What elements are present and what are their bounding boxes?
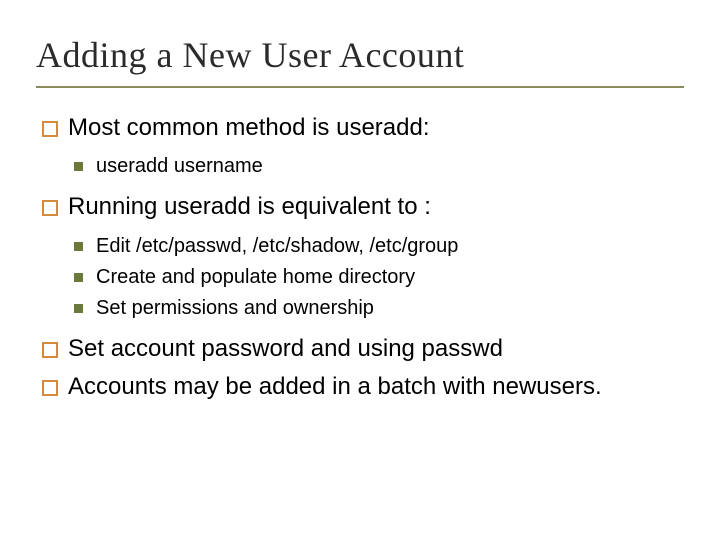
list-item: Set account password and using passwd xyxy=(38,333,684,365)
list-item-text: Accounts may be added in a batch with ne… xyxy=(68,373,602,400)
sub-list: useradd username xyxy=(68,152,684,181)
list-item-text: Set account password and using passwd xyxy=(68,335,503,362)
main-bullet-list: Most common method is useradd: useradd u… xyxy=(36,112,684,404)
sub-list-item-text: Set permissions and ownership xyxy=(96,297,374,319)
list-item-text: Most common method is useradd: xyxy=(68,114,430,141)
sub-list-item: useradd username xyxy=(68,152,684,181)
list-item: Accounts may be added in a batch with ne… xyxy=(38,371,684,403)
sub-list-item-text: Create and populate home directory xyxy=(96,266,415,288)
sub-list-item: Create and populate home directory xyxy=(68,263,684,292)
sub-list-item-text: useradd username xyxy=(96,155,263,177)
list-item: Running useradd is equivalent to : Edit … xyxy=(38,191,684,322)
sub-list-item: Edit /etc/passwd, /etc/shadow, /etc/grou… xyxy=(68,232,684,261)
sub-list-item-text: Edit /etc/passwd, /etc/shadow, /etc/grou… xyxy=(96,235,458,257)
list-item: Most common method is useradd: useradd u… xyxy=(38,112,684,181)
sub-list-item: Set permissions and ownership xyxy=(68,294,684,323)
list-item-text: Running useradd is equivalent to : xyxy=(68,193,431,220)
sub-list: Edit /etc/passwd, /etc/shadow, /etc/grou… xyxy=(68,232,684,323)
slide-title: Adding a New User Account xyxy=(36,34,684,88)
